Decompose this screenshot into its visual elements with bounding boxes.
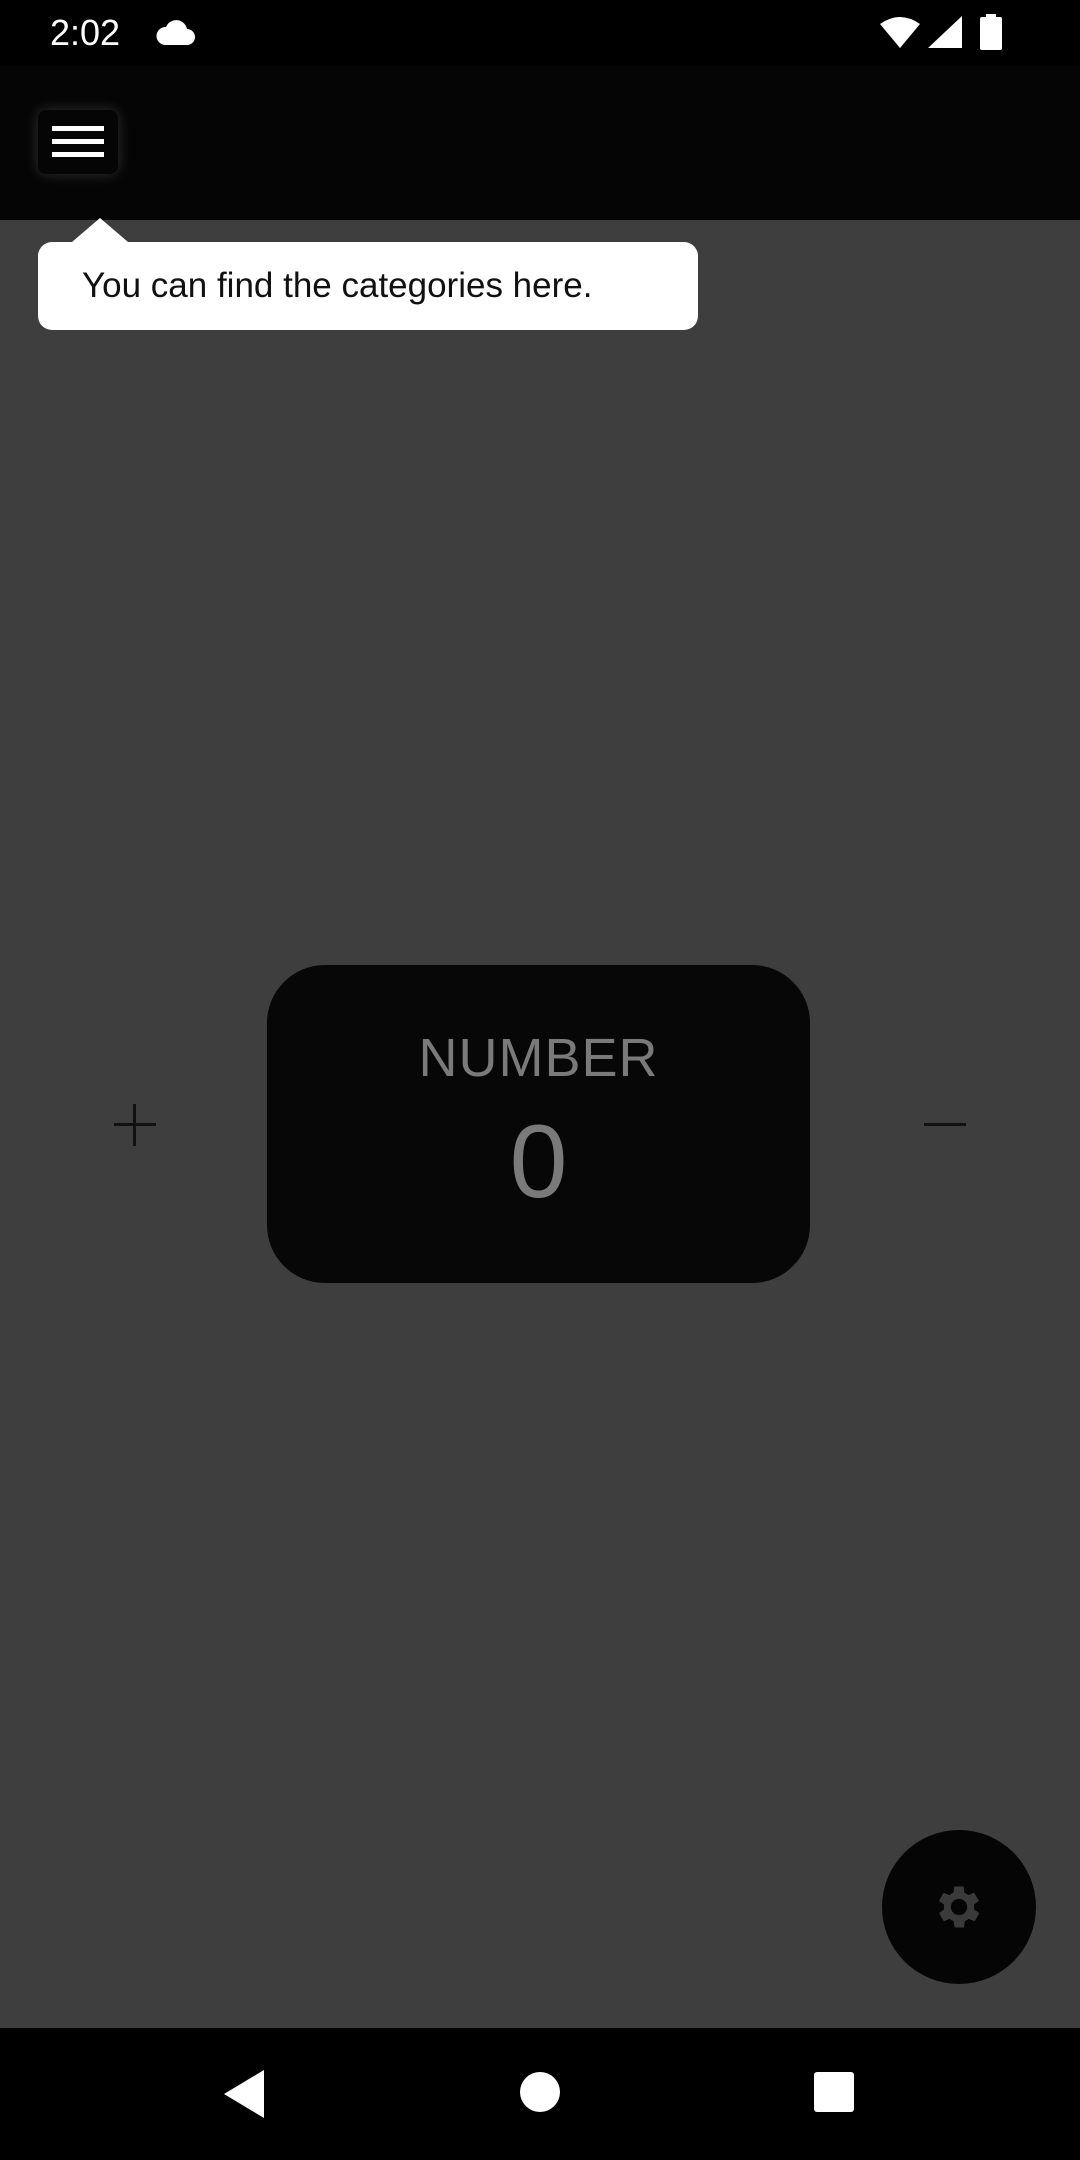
counter-card[interactable]: NUMBER 0 xyxy=(267,965,810,1283)
battery-icon xyxy=(980,14,1002,50)
counter-value: 0 xyxy=(509,1104,568,1220)
menu-button[interactable] xyxy=(38,110,118,174)
signal-icon xyxy=(928,16,962,48)
back-icon[interactable] xyxy=(220,2068,270,2120)
app-bar xyxy=(0,66,1080,220)
status-time: 2:02 xyxy=(50,12,121,53)
gear-icon xyxy=(938,1886,980,1928)
navigation-bar xyxy=(0,2028,1080,2160)
increment-button[interactable] xyxy=(100,1090,170,1160)
plus-icon xyxy=(114,1104,156,1146)
decrement-button[interactable] xyxy=(910,1090,980,1160)
categories-tooltip[interactable]: You can find the categories here. xyxy=(38,218,698,330)
counter-label: NUMBER xyxy=(418,1028,659,1088)
recents-icon[interactable] xyxy=(812,2070,856,2114)
hamburger-menu-icon xyxy=(52,126,104,157)
status-bar: 2:02 xyxy=(0,0,1080,66)
tooltip-arrow xyxy=(72,218,128,242)
wifi-icon xyxy=(880,17,920,48)
minus-icon xyxy=(924,1123,966,1126)
settings-button[interactable] xyxy=(882,1830,1036,1984)
tooltip-text: You can find the categories here. xyxy=(82,266,593,305)
cloud-icon xyxy=(156,20,195,45)
home-icon[interactable] xyxy=(518,2070,562,2114)
